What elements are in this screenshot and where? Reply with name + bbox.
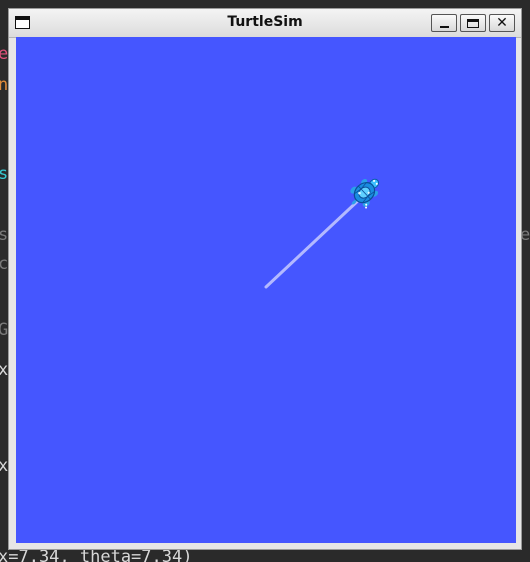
terminal-text-fragment: x <box>0 360 9 380</box>
canvas-drawing <box>264 178 380 289</box>
pen-trail <box>264 195 364 289</box>
terminal-text-fragment: x <box>0 456 9 476</box>
minimize-icon <box>439 25 449 28</box>
maximize-icon <box>467 18 479 28</box>
title-bar[interactable]: TurtleSim ✕ <box>9 9 521 38</box>
terminal-text-fragment: G <box>0 320 9 340</box>
close-button[interactable]: ✕ <box>489 14 515 32</box>
turtlesim-window[interactable]: TurtleSim ✕ <box>8 8 522 550</box>
terminal-text-fragment: c <box>0 254 9 274</box>
turtle-canvas <box>16 37 516 543</box>
terminal-text-fragment: s <box>0 225 9 245</box>
close-icon: ✕ <box>496 15 508 31</box>
minimize-button[interactable] <box>431 14 457 32</box>
maximize-button[interactable] <box>460 14 486 32</box>
